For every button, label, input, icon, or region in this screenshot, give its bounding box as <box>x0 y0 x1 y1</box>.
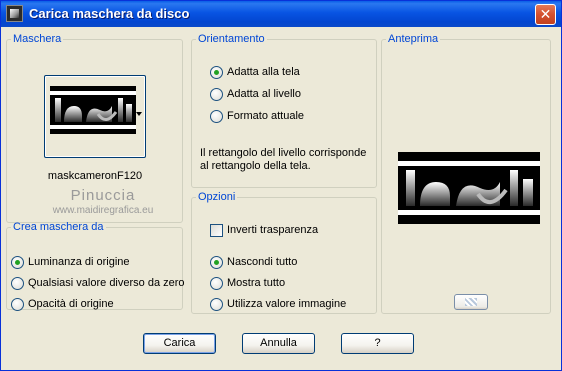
radio-button[interactable] <box>11 297 24 311</box>
radio-label: Opacità di origine <box>28 298 114 310</box>
radio-label: Luminanza di origine <box>28 256 130 268</box>
radio-qualsiasi[interactable]: Qualsiasi valore diverso da zero <box>11 275 185 291</box>
radio-button[interactable] <box>11 276 24 290</box>
radio-opacita[interactable]: Opacità di origine <box>11 296 114 312</box>
maschera-group: Maschera maskcameronF120 <box>6 33 183 223</box>
mask-app-icon <box>6 5 23 22</box>
radio-label: Mostra tutto <box>227 277 286 289</box>
radio-button[interactable] <box>210 87 223 101</box>
radio-button-checked[interactable] <box>210 65 223 79</box>
orientation-info-text: Il rettangolo del livello corrisponde al… <box>200 147 367 172</box>
radio-mostra[interactable]: Mostra tutto <box>210 275 285 291</box>
radio-label: Utilizza valore immagine <box>227 298 347 310</box>
radio-adatta-livello[interactable]: Adatta al livello <box>210 86 301 102</box>
radio-button[interactable] <box>210 276 223 290</box>
mask-thumbnail-button[interactable] <box>44 75 146 158</box>
title-bar[interactable]: Carica maschera da disco ✕ <box>1 1 561 27</box>
opzioni-legend: Opzioni <box>198 191 236 203</box>
checkbox-inverti[interactable]: Inverti trasparenza <box>210 222 318 238</box>
chevron-down-icon[interactable] <box>136 112 142 116</box>
radio-label: Adatta alla tela <box>227 66 300 78</box>
radio-button-checked[interactable] <box>11 255 24 269</box>
radio-nascondi[interactable]: Nascondi tutto <box>210 254 297 270</box>
radio-button[interactable] <box>210 297 223 311</box>
radio-button[interactable] <box>210 109 223 123</box>
maschera-legend: Maschera <box>13 33 62 45</box>
window-title: Carica maschera da disco <box>29 6 190 21</box>
radio-utilizza[interactable]: Utilizza valore immagine <box>210 296 346 312</box>
radio-label: Formato attuale <box>227 110 305 122</box>
crea-group: Crea maschera da Luminanza di origine Qu… <box>6 221 185 312</box>
radio-formato-attuale[interactable]: Formato attuale <box>210 108 304 124</box>
close-icon: ✕ <box>539 6 552 22</box>
radio-luminanza[interactable]: Luminanza di origine <box>11 254 130 270</box>
close-button[interactable]: ✕ <box>535 4 556 25</box>
radio-label: Adatta al livello <box>227 88 301 100</box>
preview-image <box>398 152 540 224</box>
checkbox-label: Inverti trasparenza <box>227 224 319 236</box>
radio-label: Nascondi tutto <box>227 256 298 268</box>
checkbox-box[interactable] <box>210 223 223 237</box>
preview-toggle-button[interactable] <box>454 294 488 310</box>
opzioni-group: Opzioni Inverti trasparenza Nascondi tut… <box>191 191 377 314</box>
radio-label: Qualsiasi valore diverso da zero <box>28 277 185 289</box>
carica-button[interactable]: Carica <box>143 333 216 354</box>
orientamento-legend: Orientamento <box>198 33 265 45</box>
anteprima-group: Anteprima <box>381 33 551 314</box>
crea-legend: Crea maschera da <box>13 221 104 233</box>
annulla-button[interactable]: Annulla <box>242 333 315 354</box>
mask-name-label: maskcameronF120 <box>47 170 143 182</box>
orientamento-group: Orientamento Adatta alla tela Adatta al … <box>191 33 377 188</box>
mask-thumbnail-image <box>50 86 136 134</box>
dialog-client: Maschera maskcameronF120 Pinuccia www.ma… <box>1 27 561 370</box>
anteprima-legend: Anteprima <box>388 33 439 45</box>
radio-adatta-tela[interactable]: Adatta alla tela <box>210 64 300 80</box>
radio-button-checked[interactable] <box>210 255 223 269</box>
dialog-window: Carica maschera da disco ✕ Maschera mask… <box>0 0 562 371</box>
help-button[interactable]: ? <box>341 333 414 354</box>
